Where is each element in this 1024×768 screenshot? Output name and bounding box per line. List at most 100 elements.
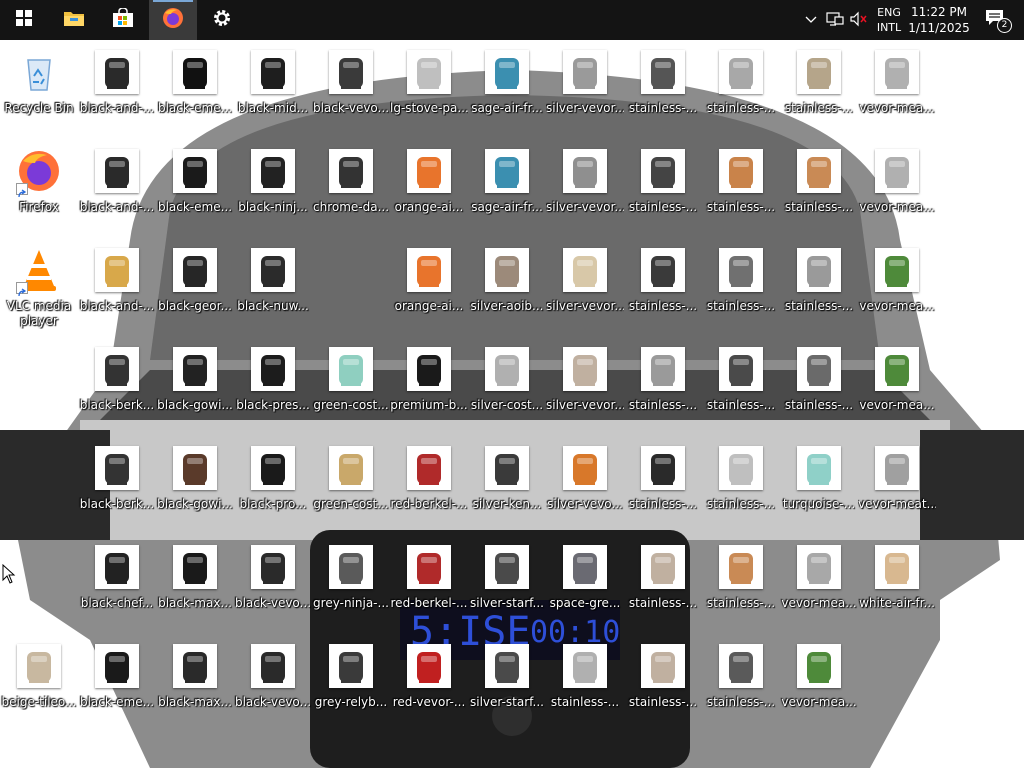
desktop-icon[interactable]: orange-ai... [390,141,468,233]
desktop-icon[interactable]: black-berk... [78,339,156,431]
firefox-taskbar-button[interactable] [149,0,197,40]
product-thumbnail-icon [875,50,919,94]
desktop-icon[interactable]: grey-relyb... [312,636,390,728]
product-thumbnail-icon [875,248,919,292]
settings-button[interactable] [198,0,246,40]
desktop-icon[interactable]: white-air-fr... [858,537,936,629]
desktop-icon[interactable]: premium-b... [390,339,468,431]
desktop-icon[interactable]: black-pro... [234,438,312,530]
desktop-icon[interactable]: red-berkel-... [390,438,468,530]
desktop-icon[interactable]: VLC media player [0,240,78,332]
desktop-icon[interactable]: black-vevo... [234,636,312,728]
desktop-icon[interactable]: silver-cost... [468,339,546,431]
desktop-icon[interactable]: green-cost... [312,339,390,431]
desktop-icon[interactable]: stainless-... [702,42,780,134]
desktop-icon[interactable]: vevor-mea... [858,339,936,431]
clock-button[interactable]: 11:22 PM 1/11/2025 [906,0,972,40]
desktop-icon[interactable]: vevor-mea... [858,42,936,134]
desktop-icon[interactable]: orange-ai... [390,240,468,332]
product-thumbnail-icon [173,50,217,94]
desktop-icon[interactable]: sage-air-fr... [468,42,546,134]
desktop-icon[interactable]: Firefox [0,141,78,233]
desktop-icon[interactable]: black-nuw... [234,240,312,332]
desktop-icon[interactable]: black-chef... [78,537,156,629]
desktop-icon[interactable]: stainless-... [702,438,780,530]
desktop-icon[interactable]: silver-vevor... [546,240,624,332]
desktop-icon-label: lg-stove-pa... [390,101,468,115]
volume-button[interactable] [847,0,871,40]
desktop-icon[interactable]: black-ninj... [234,141,312,233]
desktop-icon[interactable]: stainless-... [546,636,624,728]
desktop-icon[interactable]: stainless-... [702,339,780,431]
desktop-icon[interactable]: stainless-... [702,141,780,233]
action-center-button[interactable]: 2 [976,0,1016,40]
desktop-icon[interactable]: black-and-... [78,141,156,233]
desktop-icon[interactable]: stainless-... [624,339,702,431]
input-language-button[interactable]: ENG INTL [872,0,906,40]
file-explorer-button[interactable] [50,0,98,40]
desktop-icon[interactable]: stainless-... [624,240,702,332]
desktop-icon[interactable]: vevor-mea... [858,141,936,233]
desktop-icon[interactable]: vevor-mea... [780,636,858,728]
product-thumbnail-icon [173,446,217,490]
product-thumbnail-icon [641,644,685,688]
desktop-icon[interactable]: black-eme... [78,636,156,728]
desktop-icon[interactable]: sage-air-fr... [468,141,546,233]
desktop-icon[interactable]: chrome-da... [312,141,390,233]
desktop-icon[interactable]: stainless-... [624,636,702,728]
desktop-icon[interactable]: silver-ken... [468,438,546,530]
desktop-icon[interactable]: Recycle Bin [0,42,78,134]
desktop-icon[interactable]: silver-vevor... [546,141,624,233]
desktop[interactable]: 5:ISE 00:10 Recycle Bin black-and-... blac… [0,40,1024,768]
desktop-icon[interactable]: green-cost... [312,438,390,530]
desktop-icon[interactable]: black-gowi... [156,339,234,431]
product-thumbnail-icon [641,446,685,490]
desktop-icon[interactable]: stainless-... [624,537,702,629]
desktop-icon[interactable]: lg-stove-pa... [390,42,468,134]
desktop-icon[interactable]: stainless-... [780,42,858,134]
desktop-icon[interactable]: beige-tileo... [0,636,78,728]
desktop-icon[interactable]: grey-ninja-... [312,537,390,629]
desktop-icon[interactable]: red-berkel-... [390,537,468,629]
desktop-icon[interactable]: stainless-... [780,339,858,431]
desktop-icon[interactable]: stainless-... [780,141,858,233]
desktop-icon[interactable]: turquoise-... [780,438,858,530]
desktop-icon[interactable]: black-vevo... [234,537,312,629]
network-button[interactable] [823,0,847,40]
start-button[interactable] [0,0,48,40]
desktop-icon[interactable]: silver-starf... [468,636,546,728]
desktop-icon[interactable]: stainless-... [702,636,780,728]
desktop-icon[interactable]: black-vevo... [312,42,390,134]
desktop-icon[interactable]: black-eme... [156,141,234,233]
desktop-icon[interactable]: stainless-... [702,537,780,629]
desktop-icon-label: sage-air-fr... [471,101,543,115]
show-hidden-icons-button[interactable] [800,0,822,40]
desktop-icon[interactable]: vevor-meat... [858,438,936,530]
desktop-icon[interactable]: black-pres... [234,339,312,431]
desktop-icon[interactable]: black-and-... [78,240,156,332]
desktop-icon[interactable]: black-mid... [234,42,312,134]
desktop-icon[interactable]: silver-vevor... [546,42,624,134]
microsoft-store-button[interactable] [99,0,147,40]
desktop-icon[interactable]: silver-aoib... [468,240,546,332]
desktop-icon[interactable]: black-and-... [78,42,156,134]
desktop-icon[interactable]: black-max... [156,537,234,629]
desktop-icon[interactable]: black-eme... [156,42,234,134]
desktop-icon[interactable]: space-gre... [546,537,624,629]
desktop-icon[interactable]: black-gowi... [156,438,234,530]
desktop-icon[interactable]: stainless-... [624,42,702,134]
desktop-icon[interactable]: stainless-... [702,240,780,332]
desktop-icon[interactable]: silver-vevor... [546,339,624,431]
desktop-icon[interactable]: silver-starf... [468,537,546,629]
desktop-icon[interactable]: vevor-mea... [780,537,858,629]
desktop-icon[interactable]: red-vevor-... [390,636,468,728]
product-thumbnail-icon [407,545,451,589]
desktop-icon[interactable]: silver-vevo... [546,438,624,530]
desktop-icon[interactable]: vevor-mea... [858,240,936,332]
desktop-icon[interactable]: black-berk... [78,438,156,530]
desktop-icon[interactable]: stainless-... [780,240,858,332]
desktop-icon[interactable]: black-geor... [156,240,234,332]
desktop-icon[interactable]: stainless-... [624,141,702,233]
desktop-icon[interactable]: black-max... [156,636,234,728]
desktop-icon[interactable]: stainless-... [624,438,702,530]
